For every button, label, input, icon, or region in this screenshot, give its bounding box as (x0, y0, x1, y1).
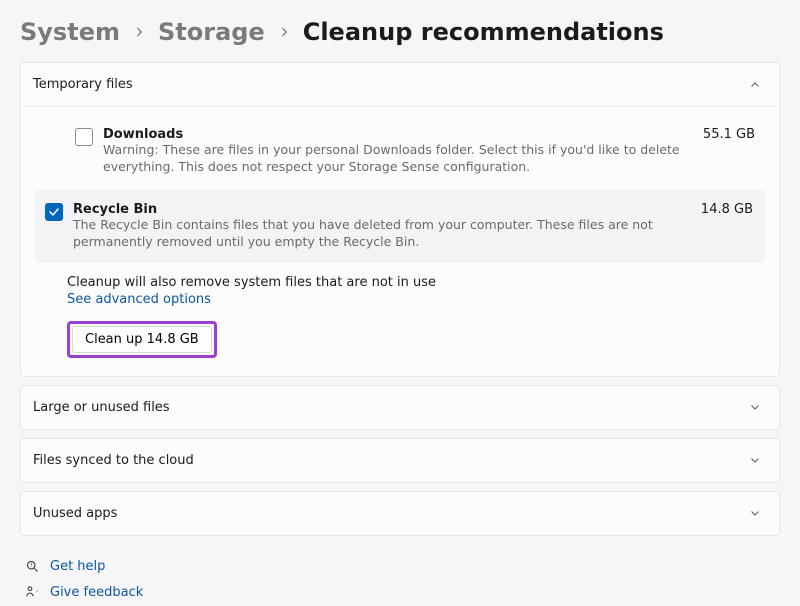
section-title: Files synced to the cloud (33, 453, 194, 468)
highlight-annotation: Clean up 14.8 GB (67, 321, 217, 358)
breadcrumb: System Storage Cleanup recommendations (20, 18, 780, 46)
breadcrumb-storage[interactable]: Storage (158, 18, 265, 46)
get-help-row[interactable]: ? Get help (24, 554, 776, 580)
cleanup-note: Cleanup will also remove system files th… (67, 275, 765, 290)
footer-links: ? Get help Give feedback (20, 554, 780, 606)
section-unused-apps: Unused apps (20, 491, 780, 536)
cleanup-button[interactable]: Clean up 14.8 GB (72, 326, 212, 353)
get-help-link[interactable]: Get help (50, 559, 105, 574)
section-large-unused-files: Large or unused files (20, 385, 780, 430)
chevron-up-icon (749, 79, 761, 91)
section-title: Large or unused files (33, 400, 170, 415)
give-feedback-row[interactable]: Give feedback (24, 580, 776, 606)
help-icon: ? (24, 559, 40, 575)
breadcrumb-system[interactable]: System (20, 18, 120, 46)
chevron-right-icon (132, 24, 146, 43)
section-files-synced-cloud: Files synced to the cloud (20, 438, 780, 483)
file-row-recycle-bin: Recycle Bin The Recycle Bin contains fil… (35, 190, 765, 263)
page-title: Cleanup recommendations (303, 18, 664, 46)
section-temporary-files: Temporary files Downloads Warning: These… (20, 62, 780, 377)
section-title: Temporary files (33, 77, 133, 92)
give-feedback-link[interactable]: Give feedback (50, 585, 143, 600)
section-body-temporary-files: Downloads Warning: These are files in yo… (21, 106, 779, 376)
checkbox-downloads[interactable] (75, 128, 93, 146)
chevron-down-icon (749, 401, 761, 413)
svg-text:?: ? (29, 563, 32, 569)
file-description: Warning: These are files in your persona… (103, 142, 683, 176)
file-size: 14.8 GB (701, 202, 753, 217)
section-title: Unused apps (33, 506, 117, 521)
settings-page: System Storage Cleanup recommendations T… (0, 0, 800, 606)
file-row-downloads: Downloads Warning: These are files in yo… (35, 119, 765, 184)
section-header-temporary-files[interactable]: Temporary files (21, 63, 779, 106)
file-size: 55.1 GB (703, 127, 755, 142)
advanced-options-link[interactable]: See advanced options (67, 292, 211, 307)
feedback-icon (24, 585, 40, 601)
checkbox-recycle-bin[interactable] (45, 203, 63, 221)
chevron-down-icon (749, 454, 761, 466)
section-header-unused-apps[interactable]: Unused apps (21, 492, 779, 535)
file-description: The Recycle Bin contains files that you … (73, 217, 681, 251)
file-title: Recycle Bin (73, 202, 681, 217)
file-title: Downloads (103, 127, 683, 142)
section-header-large-unused[interactable]: Large or unused files (21, 386, 779, 429)
chevron-down-icon (749, 507, 761, 519)
section-header-files-synced[interactable]: Files synced to the cloud (21, 439, 779, 482)
chevron-right-icon (277, 24, 291, 43)
